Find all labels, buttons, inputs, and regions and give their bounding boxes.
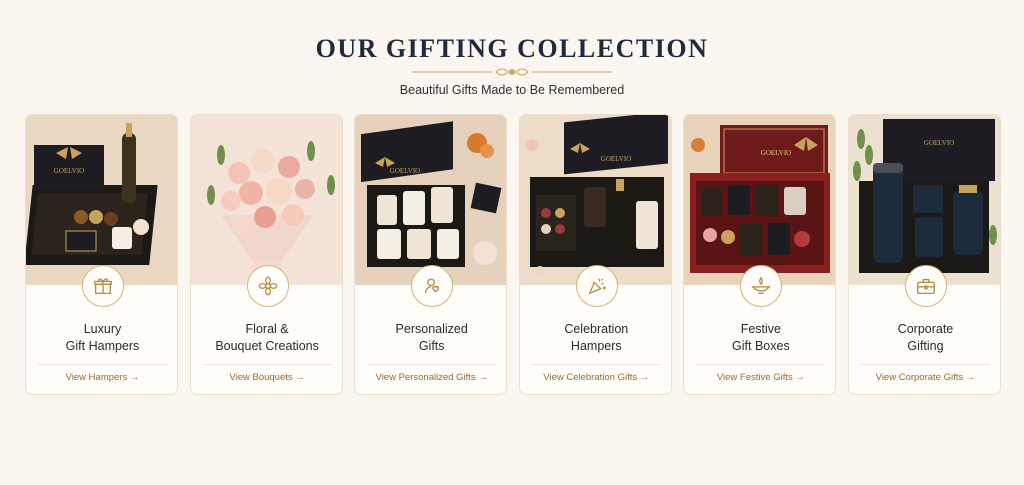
view-bouquets-link[interactable]: View Bouquets → (191, 372, 342, 383)
person-heart-icon (411, 265, 454, 307)
gift-icon (82, 265, 124, 307)
luxury-hamper-image[interactable]: GOELVIO (26, 115, 177, 285)
party-popper-icon (575, 265, 618, 307)
brand-mark: GOELVIO (924, 139, 954, 147)
card-title: Festive Gift Boxes (732, 322, 790, 353)
floral-bouquet-image[interactable] (190, 115, 342, 285)
gifting-collection-section: OUR GIFTING COLLECTION Beautiful Gifts M… (0, 0, 1024, 485)
view-hampers-link[interactable]: View Hampers → (26, 372, 177, 383)
gift-card-floral-bouquets[interactable]: Floral & Bouquet Creations View Bouquets… (189, 114, 343, 395)
section-title: OUR GIFTING COLLECTION (315, 34, 709, 63)
card-divider (696, 364, 826, 365)
view-festive-gifts-link[interactable]: View Festive Gifts → (684, 372, 835, 383)
view-corporate-gifts-link[interactable]: View Corporate Gifts → (849, 372, 1000, 383)
gift-card-celebration[interactable]: GOELVIO Celebration Hampers View Celebra… (518, 114, 672, 395)
festive-gift-box-image[interactable]: GOELVIO (684, 115, 836, 285)
view-personalized-gifts-link[interactable]: View Personalized Gifts → (355, 372, 506, 383)
brand-mark: GOELVIO (601, 155, 631, 163)
celebration-hamper-image[interactable]: GOELVIO (519, 115, 671, 285)
gift-card-luxury-hampers[interactable]: GOELVIO Luxury Gift Hampers View Hampers… (25, 114, 178, 395)
diya-lamp-icon (740, 265, 783, 307)
card-divider (202, 364, 332, 365)
card-divider (860, 364, 990, 365)
brand-mark: GOELVIO (54, 167, 84, 175)
title-ornament (412, 68, 612, 76)
card-title: Floral & Bouquet Creations (215, 322, 319, 353)
flower-icon (246, 265, 289, 307)
card-title: Corporate Gifting (897, 322, 954, 353)
gift-card-festive[interactable]: GOELVIO Festive Gift Boxes View Festive … (683, 114, 837, 395)
card-divider (531, 364, 661, 365)
gift-card-corporate[interactable]: GOELVIO Corporate Gifting View Corporate… (847, 114, 1001, 395)
briefcase-icon (904, 265, 947, 307)
corporate-gift-image[interactable]: GOELVIO (848, 115, 1000, 285)
personalized-gift-image[interactable]: GOELVIO (355, 115, 507, 285)
card-title: Personalized Gifts (395, 322, 468, 353)
section-subtitle: Beautiful Gifts Made to Be Remembered (399, 83, 625, 97)
view-celebration-gifts-link[interactable]: View Celebration Gifts → (520, 372, 671, 383)
card-divider (38, 364, 167, 365)
card-divider (367, 364, 497, 365)
brand-mark: GOELVIO (761, 149, 791, 157)
gift-card-list: GOELVIO Luxury Gift Hampers View Hampers… (25, 114, 1001, 395)
card-title: Luxury Gift Hampers (65, 322, 140, 353)
brand-mark: GOELVIO (390, 167, 420, 175)
card-title: Celebration Hampers (564, 322, 629, 353)
gift-card-personalized[interactable]: GOELVIO Personalized Gifts View Personal… (354, 114, 508, 395)
